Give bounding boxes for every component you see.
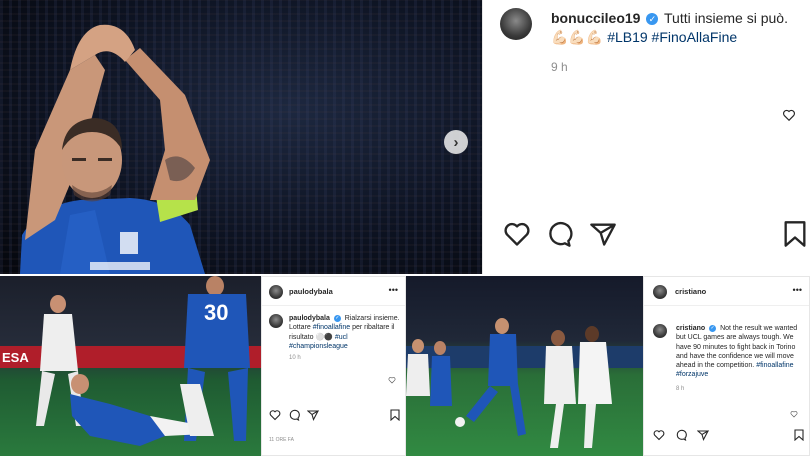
share-icon[interactable] [697, 429, 709, 441]
avatar[interactable] [653, 285, 667, 299]
caption-hashtag[interactable]: #ucl [335, 334, 348, 341]
bookmark-icon[interactable] [793, 429, 805, 441]
username-link[interactable]: bonuccileo19 [551, 10, 640, 26]
post-photo-cristiano[interactable] [406, 276, 643, 456]
avatar[interactable] [269, 314, 283, 328]
post-panel-cristiano: cristiano ••• cristiano ✓ Not the result… [643, 276, 810, 456]
heart-icon[interactable] [653, 429, 665, 441]
match-players [406, 318, 612, 448]
bookmark-icon[interactable] [781, 220, 809, 248]
post-timestamp: 9 h [551, 60, 568, 74]
post-header: paulodybala ••• [262, 277, 405, 306]
avatar[interactable] [500, 8, 532, 40]
share-icon[interactable] [589, 220, 617, 248]
collage: › bonuccileo19 ✓ Tutti insieme si può. 💪… [0, 0, 810, 456]
heart-icon[interactable] [388, 376, 396, 384]
match-players: 30 [36, 276, 250, 446]
caption-hashtags[interactable]: #LB19 #FinoAllaFine [607, 29, 737, 45]
comment-icon[interactable] [675, 429, 687, 441]
verified-badge-icon: ✓ [333, 315, 341, 322]
username-link[interactable]: paulodybala [289, 287, 333, 296]
more-options-icon[interactable]: ••• [793, 285, 802, 295]
carousel-next-button[interactable]: › [444, 130, 468, 154]
caption-emoji: ⚪⚫ [315, 333, 333, 341]
action-bar [269, 409, 401, 423]
username-link[interactable]: paulodybala [289, 315, 330, 322]
caption-emojis: 💪🏻💪🏻💪🏻 [551, 29, 604, 45]
avatar[interactable] [653, 324, 667, 338]
heart-icon[interactable] [269, 409, 281, 421]
post-panel-bonucci: bonuccileo19 ✓ Tutti insieme si può. 💪🏻💪… [482, 0, 810, 274]
post-timestamp: 10 h [289, 355, 301, 361]
post-panel-dybala: paulodybala ••• paulodybala ✓ Rialzarsi … [261, 276, 406, 456]
post-caption: paulodybala ✓ Rialzarsi insieme. Lottare… [289, 314, 401, 351]
heart-icon[interactable] [503, 220, 531, 248]
post-header: cristiano ••• [644, 277, 809, 306]
chevron-right-icon: › [453, 133, 459, 151]
share-icon[interactable] [307, 409, 319, 421]
post-photo-dybala[interactable]: ESA 30 [0, 276, 261, 456]
caption-text: Tutti insieme si può. [664, 10, 788, 26]
player-figure [20, 24, 210, 274]
avatar[interactable] [269, 285, 283, 299]
username-link[interactable]: cristiano [676, 325, 705, 332]
more-options-icon[interactable]: ••• [389, 285, 398, 295]
caption-hashtag[interactable]: #championsleague [289, 343, 348, 350]
username-link[interactable]: cristiano [675, 287, 706, 296]
caption-hashtag[interactable]: #finoallafine [313, 324, 350, 331]
verified-badge-icon: ✓ [646, 13, 659, 25]
bookmark-icon[interactable] [389, 409, 401, 421]
action-bar [499, 220, 809, 250]
post-photo-bonucci[interactable]: › [0, 0, 482, 274]
heart-icon[interactable] [782, 108, 796, 122]
post-timestamp: 8 h [676, 386, 685, 392]
post-caption: cristiano ✓ Not the result we wanted but… [676, 324, 806, 380]
post-date: 11 ORE FA [269, 437, 294, 443]
action-bar [653, 429, 807, 443]
verified-badge-icon: ✓ [709, 325, 717, 332]
comment-icon[interactable] [545, 220, 573, 248]
comment-icon[interactable] [288, 409, 300, 421]
heart-icon[interactable] [790, 410, 798, 418]
post-caption: bonuccileo19 ✓ Tutti insieme si può. 💪🏻💪… [551, 9, 801, 47]
jersey-number: 30 [204, 300, 228, 325]
